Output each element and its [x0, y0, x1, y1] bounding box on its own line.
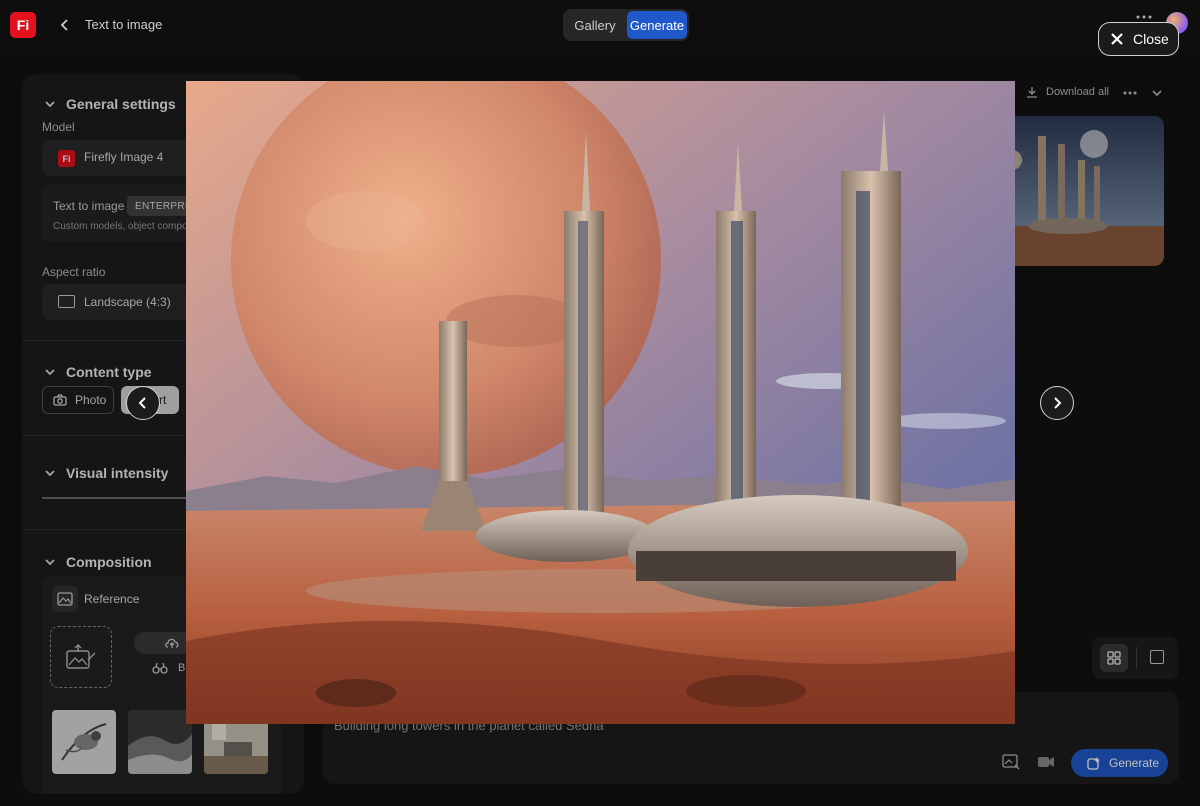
chevron-left-icon	[138, 397, 146, 409]
top-bar: Fi Text to image Gallery Generate	[0, 0, 1200, 50]
close-button[interactable]: Close	[1098, 22, 1179, 56]
previous-image-button[interactable]	[126, 386, 160, 420]
close-icon	[1111, 33, 1123, 45]
tab-generate[interactable]: Generate	[627, 11, 687, 39]
view-switcher: Gallery Generate	[563, 9, 689, 41]
enlarged-generated-image	[186, 81, 1015, 724]
tab-gallery[interactable]: Gallery	[565, 11, 625, 39]
firefly-logo[interactable]: Fi	[10, 12, 36, 38]
close-label: Close	[1133, 31, 1169, 47]
back-icon[interactable]	[56, 16, 74, 34]
chevron-right-icon	[1054, 397, 1062, 409]
next-image-button[interactable]	[1040, 386, 1074, 420]
page-title: Text to image	[85, 17, 163, 32]
